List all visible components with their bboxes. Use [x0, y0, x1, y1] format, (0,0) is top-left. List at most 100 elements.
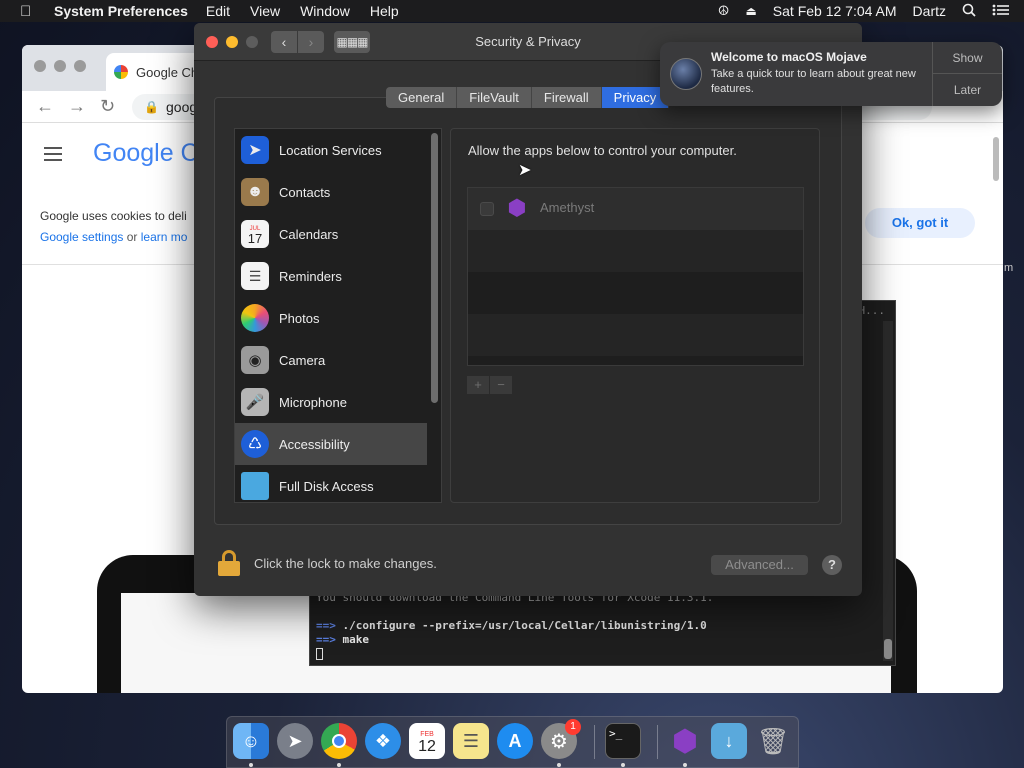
running-indicator: [621, 763, 625, 767]
chrome-icon[interactable]: [321, 723, 357, 759]
cookie-text: Google uses cookies to deli: [40, 209, 187, 223]
google-logo: Google C: [93, 139, 199, 168]
cookie-or-text: or: [123, 230, 141, 244]
contacts-book-icon: ☻: [241, 178, 269, 206]
system-preferences-gear-icon[interactable]: ⚙ 1: [541, 719, 581, 759]
sidebar-item-location-services[interactable]: ➤ Location Services: [235, 129, 427, 171]
apple-menu-icon[interactable]: : [20, 3, 38, 20]
notes-icon[interactable]: ☰: [453, 723, 489, 759]
sidebar-scrollbar[interactable]: [431, 133, 438, 403]
back-arrow-icon[interactable]: ←: [36, 96, 54, 117]
list-item[interactable]: ⬢ Amethyst: [468, 188, 803, 230]
finder-icon[interactable]: ☺: [233, 723, 269, 759]
welcome-notification[interactable]: Welcome to macOS Mojave Take a quick tou…: [660, 42, 1002, 106]
prompt-arrow: ==>: [316, 619, 336, 632]
menu-window[interactable]: Window: [300, 3, 350, 19]
reload-icon[interactable]: ↻: [100, 96, 115, 117]
sidebar-item-label: Photos: [279, 310, 320, 326]
close-icon[interactable]: [34, 60, 46, 72]
terminal-cmd-make: make: [342, 633, 370, 646]
status-app-icon[interactable]: ☮: [718, 3, 730, 19]
privacy-category-list: ➤ Location Services ☻ Contacts JUL 17 Ca…: [234, 128, 442, 503]
notification-body: Take a quick tour to learn about great n…: [711, 68, 916, 95]
empty-row: [468, 230, 803, 272]
tab-filevault[interactable]: FileVault: [457, 87, 532, 108]
terminal-line-make: ==> make: [316, 633, 369, 646]
spotlight-search-icon[interactable]: [962, 3, 976, 20]
help-button[interactable]: ?: [822, 555, 842, 575]
dock-calendar-day: 12: [418, 738, 436, 755]
downloads-folder-icon[interactable]: ↓: [711, 723, 747, 759]
menu-app-name[interactable]: System Preferences: [54, 3, 188, 19]
amethyst-checkbox[interactable]: [480, 202, 494, 216]
app-store-icon[interactable]: A: [497, 723, 533, 759]
sidebar-item-accessibility[interactable]: ♺ Accessibility: [235, 423, 427, 465]
padlock-icon[interactable]: [218, 550, 240, 576]
camera-icon: ◉: [241, 346, 269, 374]
sidebar-item-label: Full Disk Access: [279, 478, 374, 494]
menu-datetime[interactable]: Sat Feb 12 7:04 AM: [773, 3, 897, 19]
google-logo-text: Google C: [93, 139, 199, 167]
empty-row: [468, 314, 803, 356]
notification-center-icon[interactable]: [992, 3, 1010, 19]
sidebar-item-reminders[interactable]: ☰ Reminders: [235, 255, 427, 297]
eject-icon[interactable]: ⏏: [745, 4, 756, 18]
google-settings-link[interactable]: Google settings: [40, 230, 123, 244]
tab-firewall[interactable]: Firewall: [531, 87, 602, 108]
add-app-button[interactable]: +: [467, 376, 489, 394]
menu-help[interactable]: Help: [370, 3, 399, 19]
sidebar-item-label: Reminders: [279, 268, 342, 284]
chrome-scrollbar[interactable]: [993, 137, 999, 181]
reminders-list-icon: ☰: [241, 262, 269, 290]
terminal-cmd-configure: ./configure --prefix=/usr/local/Cellar/l…: [342, 619, 707, 632]
accessibility-icon: ♺: [241, 430, 269, 458]
menu-edit[interactable]: Edit: [206, 3, 230, 19]
dock: ☺ ➤ ❖ FEB 12 ☰ A ⚙ 1 >_ ⬢ ↓ 🗑: [226, 716, 799, 768]
minimize-icon[interactable]: [54, 60, 66, 72]
mojave-icon: [670, 58, 702, 90]
address-text: goog: [166, 99, 198, 115]
terminal-line-configure: ==> ./configure --prefix=/usr/local/Cell…: [316, 619, 707, 632]
prompt-arrow: ==>: [316, 633, 336, 646]
remove-app-button[interactable]: −: [490, 376, 512, 394]
sidebar-item-label: Accessibility: [279, 436, 350, 452]
terminal-icon[interactable]: >_: [605, 723, 641, 759]
amethyst-app-icon: ⬢: [507, 195, 527, 220]
menu-user[interactable]: Dartz: [913, 3, 946, 19]
sidebar-item-photos[interactable]: Photos: [235, 297, 427, 339]
show-button[interactable]: Show: [933, 42, 1002, 74]
trash-icon[interactable]: 🗑: [755, 723, 791, 759]
safari-compass-icon[interactable]: ❖: [365, 723, 401, 759]
amethyst-icon[interactable]: ⬢: [667, 723, 703, 759]
chrome-tab-title: Google Ch: [136, 64, 199, 80]
tab-general[interactable]: General: [386, 87, 458, 108]
notification-actions: Show Later: [932, 42, 1002, 106]
mouse-pointer-icon: ➤: [518, 162, 532, 179]
later-button[interactable]: Later: [933, 74, 1002, 106]
ok-got-it-button[interactable]: Ok, got it: [865, 208, 975, 238]
calendar-icon[interactable]: FEB 12: [409, 723, 445, 759]
badge-count: 1: [565, 719, 581, 735]
sidebar-item-camera[interactable]: ◉ Camera: [235, 339, 427, 381]
sidebar-item-contacts[interactable]: ☻ Contacts: [235, 171, 427, 213]
app-list: ⬢ Amethyst: [467, 187, 804, 366]
hamburger-menu-icon[interactable]: [44, 147, 62, 165]
sidebar-item-calendars[interactable]: JUL 17 Calendars: [235, 213, 427, 255]
sidebar-item-full-disk-access[interactable]: Full Disk Access: [235, 465, 427, 502]
sidebar-item-label: Contacts: [279, 184, 331, 200]
terminal-cursor: [316, 647, 323, 660]
cookie-links: Google settings or learn mo: [40, 230, 187, 244]
terminal-scrollbar[interactable]: [883, 321, 893, 661]
launchpad-icon[interactable]: ➤: [277, 723, 313, 759]
microphone-icon: 🎤: [241, 388, 269, 416]
menu-view[interactable]: View: [250, 3, 280, 19]
running-indicator: [337, 763, 341, 767]
forward-arrow-icon[interactable]: →: [68, 96, 86, 117]
calendar-icon: JUL 17: [241, 220, 269, 248]
zoom-icon[interactable]: [74, 60, 86, 72]
sidebar-item-microphone[interactable]: 🎤 Microphone: [235, 381, 427, 423]
dock-separator: [657, 725, 658, 759]
privacy-detail-panel: Allow the apps below to control your com…: [450, 128, 820, 503]
learn-more-link[interactable]: learn mo: [141, 230, 188, 244]
advanced-button[interactable]: Advanced...: [711, 555, 808, 575]
